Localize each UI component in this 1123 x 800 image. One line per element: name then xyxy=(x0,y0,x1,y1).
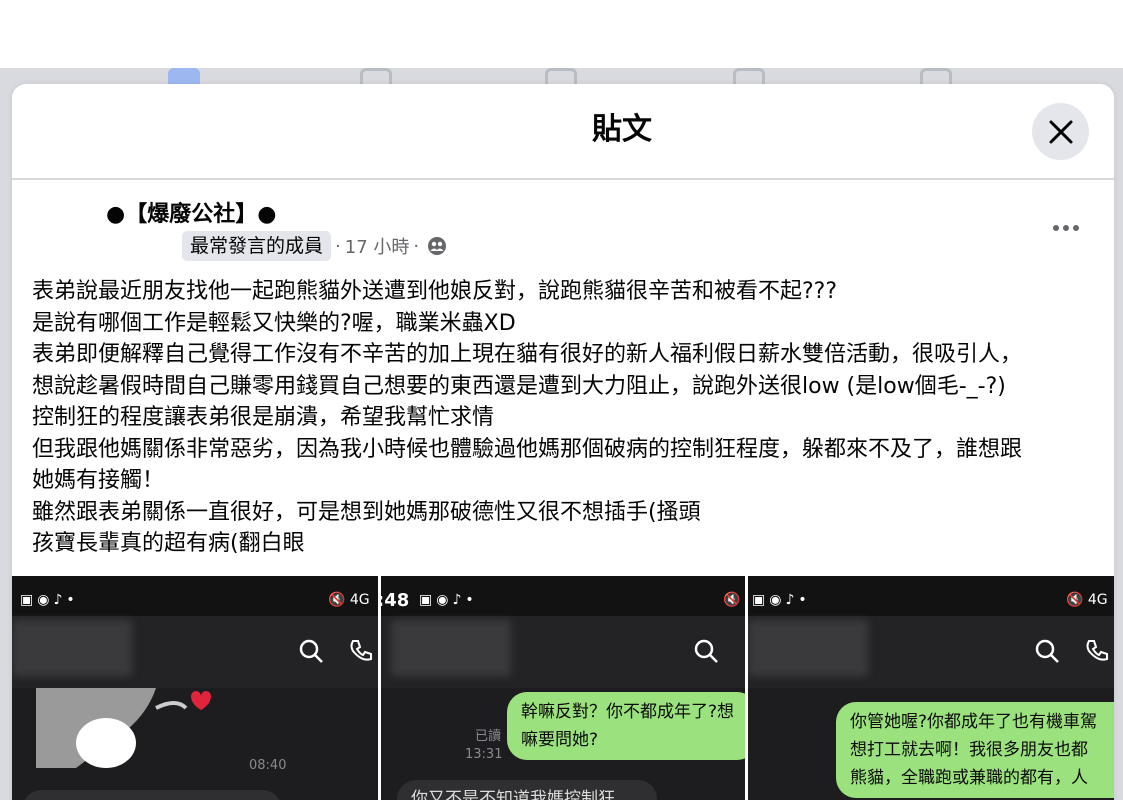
incoming-bubble xyxy=(22,790,282,800)
post-photos: ▣◉♪• 🔇 4G 08:40 :48 ▣◉♪• 🔇 xyxy=(12,576,1114,800)
photo-2[interactable]: :48 ▣◉♪• 🔇 已讀 13:31 幹嘛反對？你不都成年了?想 嘛要問她? … xyxy=(381,576,745,800)
post-line: 控制狂的程度讓表弟很是崩潰，希望我幫忙求情 xyxy=(32,405,495,430)
status-icons: ▣◉♪• xyxy=(20,592,79,608)
post-line: 孩寶長輩真的超有病(翻白眼 xyxy=(32,531,305,556)
dialog-title: 貼文 xyxy=(592,112,652,147)
blurred-name xyxy=(748,620,868,676)
post-meta: 最常發言的成員 · 17 小時 · xyxy=(182,230,447,262)
more-dot xyxy=(1073,225,1079,231)
post-line: 雖然跟表弟關係一直很好，可是想到她媽那破德性又很不想插手(搔頭 xyxy=(32,499,701,525)
member-badge[interactable]: 最常發言的成員 xyxy=(182,231,332,261)
mute-icon: 🔇 4G xyxy=(1066,592,1108,608)
post-line: 但我跟他媽關係非常惡劣，因為我小時候也體驗過他媽那個破病的控制狂程度，躲都來不及… xyxy=(32,436,1023,462)
meta-separator: · xyxy=(335,235,341,257)
read-label: 已讀 xyxy=(474,729,501,744)
more-options-button[interactable] xyxy=(1042,210,1090,246)
phone-icon xyxy=(1086,640,1108,661)
sticker-image xyxy=(36,688,211,768)
outgoing-bubble: 你管她喔?你都成年了也有機車駕 想打工就去啊！我很多朋友也都 熊貓，全職跑或兼職… xyxy=(836,702,1114,798)
close-icon xyxy=(1049,120,1073,144)
photo-1[interactable]: ▣◉♪• 🔇 4G 08:40 xyxy=(12,576,378,800)
search-icon xyxy=(299,639,323,663)
post-text: 表弟說最近朋友找他一起跑熊貓外送遭到他娘反對，說跑熊貓很辛苦和被看不起??? 是… xyxy=(32,276,1110,560)
search-icon xyxy=(694,639,718,663)
group-avatar[interactable] xyxy=(28,196,92,260)
bubble-line: 熊貓，全職跑或兼職的都有，人 xyxy=(850,768,1088,788)
read-receipt: 已讀 13:31 xyxy=(465,728,503,764)
status-icons: ▣◉♪• xyxy=(419,592,478,608)
group-name-link[interactable]: ●【爆廢公社】● xyxy=(106,200,276,230)
message-time: 08:40 xyxy=(249,758,287,773)
group-icon xyxy=(428,237,447,255)
post-line: 想說趁暑假時間自己賺零用錢買自己想要的東西還是遭到大力阻止，說跑外送很low (… xyxy=(32,373,1006,399)
close-button[interactable] xyxy=(1032,103,1089,160)
read-time: 13:31 xyxy=(465,747,503,762)
dialog-header: 貼文 xyxy=(12,84,1114,180)
blurred-name xyxy=(12,620,132,676)
home-icon xyxy=(168,68,200,84)
groups-icon xyxy=(733,68,765,84)
search-icon xyxy=(1035,639,1059,663)
backdrop-right xyxy=(1114,84,1123,800)
post-line: 表弟說最近朋友找他一起跑熊貓外送遭到他娘反對，說跑熊貓很辛苦和被看不起??? xyxy=(32,279,838,304)
mute-icon: 🔇 xyxy=(723,592,741,608)
post-dialog: 貼文 ●【爆廢公社】● 最常發言的成員 · 17 小時 · 表弟說最近朋友找他一… xyxy=(12,84,1114,800)
meta-separator: · xyxy=(413,235,420,257)
bubble-line: 想打工就去啊！我很多朋友也都 xyxy=(850,740,1088,760)
post-line: 她媽有接觸！ xyxy=(32,468,165,493)
post-timestamp[interactable]: 17 小時 xyxy=(345,233,410,259)
bubble-line: 嘛要問她? xyxy=(521,730,599,750)
phone-icon xyxy=(350,640,372,661)
blurred-name xyxy=(391,620,511,676)
post-line: 是說有哪個工作是輕鬆又快樂的?喔，職業米蟲XD xyxy=(32,310,516,336)
bubble-line: 你管她喔?你都成年了也有機車駕 xyxy=(850,712,1098,732)
more-dot xyxy=(1053,225,1059,231)
mute-icon: 🔇 4G xyxy=(328,592,370,608)
status-time: :48 xyxy=(381,590,410,611)
bubble-line: 幹嘛反對？你不都成年了?想 xyxy=(521,702,735,722)
video-icon xyxy=(545,68,577,84)
photo-3[interactable]: ▣◉♪• 🔇 4G 你管她喔?你都成年了也有機車駕 想打工就去啊！我很多朋友也都… xyxy=(748,576,1114,800)
incoming-bubble: 你又不是不知道我媽控制狂 xyxy=(397,780,657,800)
status-icons: ▣◉♪• xyxy=(752,592,811,608)
gaming-icon xyxy=(920,68,952,84)
browser-top-area xyxy=(0,0,1123,68)
friends-icon xyxy=(360,68,392,84)
post-line: 表弟即便解釋自己覺得工作沒有不辛苦的加上現在貓有很好的新人福利假日薪水雙倍活動，… xyxy=(32,342,1023,367)
more-dot xyxy=(1063,225,1069,231)
outgoing-bubble: 幹嘛反對？你不都成年了?想 嘛要問她? xyxy=(507,692,745,760)
